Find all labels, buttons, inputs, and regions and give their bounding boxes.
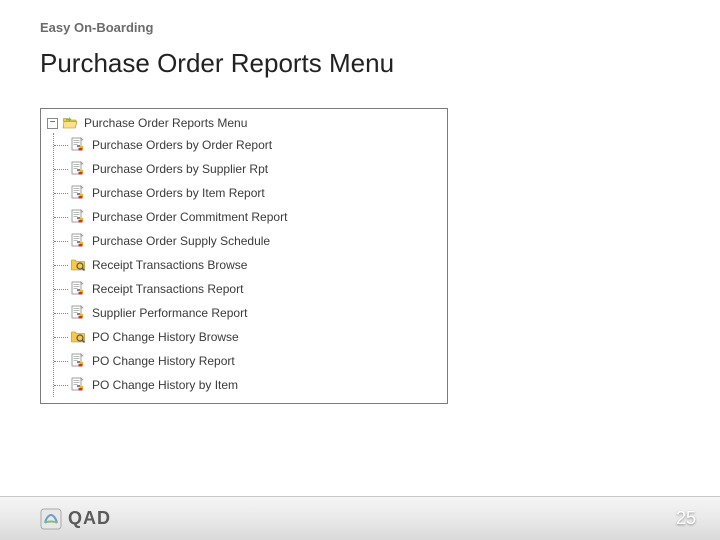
report-icon: [70, 305, 86, 321]
report-icon: [70, 209, 86, 225]
report-icon: [70, 377, 86, 393]
tree-item-label: Receipt Transactions Report: [92, 282, 243, 296]
browse-icon: [70, 329, 86, 345]
tree-root-label: Purchase Order Reports Menu: [84, 116, 247, 130]
tree-item-orders-by-supplier[interactable]: Purchase Orders by Supplier Rpt: [54, 157, 441, 181]
tree-item-label: Receipt Transactions Browse: [92, 258, 247, 272]
browse-icon: [70, 257, 86, 273]
tree-item-label: Purchase Order Supply Schedule: [92, 234, 270, 248]
tree-children: Purchase Orders by Order Report Purchase…: [53, 133, 441, 397]
tree-item-label: Purchase Orders by Order Report: [92, 138, 272, 152]
tree-item-orders-by-order[interactable]: Purchase Orders by Order Report: [54, 133, 441, 157]
slide: Easy On-Boarding Purchase Order Reports …: [0, 0, 720, 540]
report-icon: [70, 353, 86, 369]
tree-item-receipt-browse[interactable]: Receipt Transactions Browse: [54, 253, 441, 277]
tree-item-po-change-by-item[interactable]: PO Change History by Item: [54, 373, 441, 397]
tree-item-supply-schedule[interactable]: Purchase Order Supply Schedule: [54, 229, 441, 253]
tree-item-po-change-report[interactable]: PO Change History Report: [54, 349, 441, 373]
tree-item-po-change-browse[interactable]: PO Change History Browse: [54, 325, 441, 349]
report-icon: [70, 137, 86, 153]
report-icon: [70, 161, 86, 177]
report-icon: [70, 233, 86, 249]
tree-item-commitment-report[interactable]: Purchase Order Commitment Report: [54, 205, 441, 229]
report-icon: [70, 281, 86, 297]
tree-item-supplier-performance[interactable]: Supplier Performance Report: [54, 301, 441, 325]
page-title: Purchase Order Reports Menu: [40, 48, 394, 79]
tree-item-label: Purchase Order Commitment Report: [92, 210, 287, 224]
footer: QAD 25: [0, 496, 720, 540]
tree-item-label: Purchase Orders by Supplier Rpt: [92, 162, 268, 176]
logo-text: QAD: [68, 508, 111, 529]
tree-item-label: PO Change History Browse: [92, 330, 239, 344]
tree-item-orders-by-item[interactable]: Purchase Orders by Item Report: [54, 181, 441, 205]
breadcrumb: Easy On-Boarding: [40, 20, 153, 35]
tree-root[interactable]: − Purchase Order Reports Menu: [47, 113, 441, 133]
tree-panel: − Purchase Order Reports Menu Purchase O…: [40, 108, 448, 404]
report-icon: [70, 185, 86, 201]
logo: QAD: [40, 508, 111, 530]
page-number: 25: [676, 508, 696, 529]
tree-item-receipt-report[interactable]: Receipt Transactions Report: [54, 277, 441, 301]
tree-item-label: Purchase Orders by Item Report: [92, 186, 265, 200]
tree-item-label: PO Change History by Item: [92, 378, 238, 392]
folder-open-icon: [62, 115, 78, 131]
logo-icon: [40, 508, 62, 530]
collapse-icon[interactable]: −: [47, 118, 58, 129]
tree-item-label: Supplier Performance Report: [92, 306, 247, 320]
tree-item-label: PO Change History Report: [92, 354, 235, 368]
